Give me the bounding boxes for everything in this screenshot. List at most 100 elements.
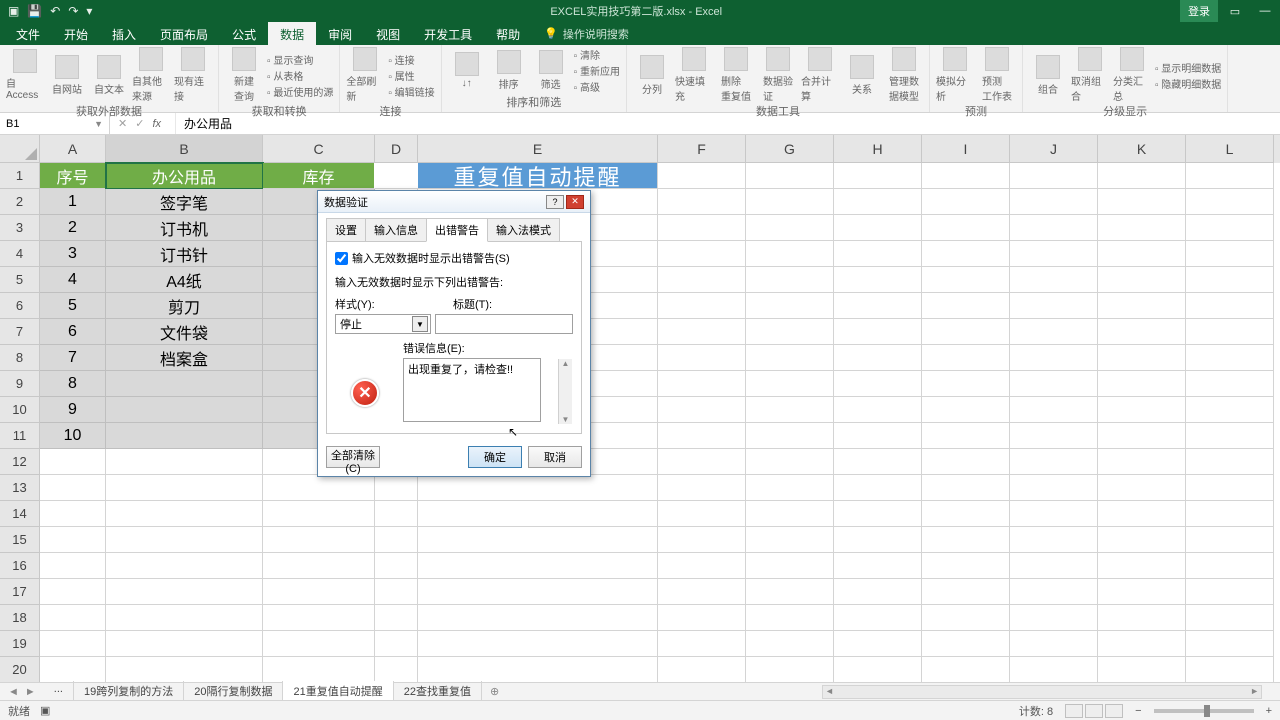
cell-G16[interactable] [746,553,834,579]
cell-A3[interactable]: 2 [40,215,106,241]
cell-D13[interactable] [375,475,418,501]
cell-A15[interactable] [40,527,106,553]
cell-B15[interactable] [106,527,263,553]
cell-D17[interactable] [375,579,418,605]
cell-F17[interactable] [658,579,746,605]
cell-A13[interactable] [40,475,106,501]
cell-L10[interactable] [1186,397,1274,423]
cell-J19[interactable] [1010,631,1098,657]
cell-B10[interactable] [106,397,263,423]
ribbon-button[interactable]: ↓↑ [448,52,486,89]
ribbon-button[interactable]: 数据验证 [759,47,797,103]
cell-K3[interactable] [1098,215,1186,241]
cell-L7[interactable] [1186,319,1274,345]
cell-L18[interactable] [1186,605,1274,631]
cell-L16[interactable] [1186,553,1274,579]
cell-D14[interactable] [375,501,418,527]
cell-B19[interactable] [106,631,263,657]
cell-J11[interactable] [1010,423,1098,449]
ribbon-button[interactable]: 预测工作表 [978,47,1016,103]
cell-D18[interactable] [375,605,418,631]
cell-I17[interactable] [922,579,1010,605]
ribbon-button[interactable]: 取消组合 [1071,47,1109,103]
cell-G12[interactable] [746,449,834,475]
cell-E19[interactable] [418,631,658,657]
cell-H20[interactable] [834,657,922,682]
cell-J7[interactable] [1010,319,1098,345]
cell-K11[interactable] [1098,423,1186,449]
cell-L5[interactable] [1186,267,1274,293]
cell-B18[interactable] [106,605,263,631]
undo-icon[interactable]: ↶ [50,4,60,18]
ribbon-button[interactable]: 自其他来源 [132,47,170,103]
cell-L9[interactable] [1186,371,1274,397]
cell-H13[interactable] [834,475,922,501]
row-header-4[interactable]: 4 [0,241,40,267]
cell-B8[interactable]: 档案盒 [106,345,263,371]
cell-C18[interactable] [263,605,375,631]
cell-L12[interactable] [1186,449,1274,475]
cell-B12[interactable] [106,449,263,475]
textarea-scrollbar[interactable]: ▲▼ [558,359,572,424]
dialog-tab-2[interactable]: 出错警告 [426,218,488,242]
ribbon-small-button[interactable]: ▫ 清除 [574,47,620,62]
row-header-20[interactable]: 20 [0,657,40,682]
cell-L4[interactable] [1186,241,1274,267]
cell-L19[interactable] [1186,631,1274,657]
cell-G13[interactable] [746,475,834,501]
ribbon-button[interactable]: 合并计算 [801,47,839,103]
row-header-5[interactable]: 5 [0,267,40,293]
cell-F9[interactable] [658,371,746,397]
col-header-I[interactable]: I [922,135,1010,163]
cell-D20[interactable] [375,657,418,682]
row-header-19[interactable]: 19 [0,631,40,657]
cell-F1[interactable] [658,163,746,189]
cell-G4[interactable] [746,241,834,267]
cell-J3[interactable] [1010,215,1098,241]
cell-C16[interactable] [263,553,375,579]
cell-I7[interactable] [922,319,1010,345]
cell-F12[interactable] [658,449,746,475]
cell-K20[interactable] [1098,657,1186,682]
cell-I19[interactable] [922,631,1010,657]
dialog-tab-0[interactable]: 设置 [326,218,366,241]
fx-icon[interactable]: fx [152,118,161,130]
cell-H1[interactable] [834,163,922,189]
cell-L15[interactable] [1186,527,1274,553]
cell-J10[interactable] [1010,397,1098,423]
cell-G3[interactable] [746,215,834,241]
cell-K9[interactable] [1098,371,1186,397]
ribbon-small-button[interactable]: ▫ 属性 [388,68,434,83]
cell-B14[interactable] [106,501,263,527]
cell-A10[interactable]: 9 [40,397,106,423]
ribbon-button[interactable]: 关系 [843,55,881,96]
cell-G6[interactable] [746,293,834,319]
cell-K15[interactable] [1098,527,1186,553]
cell-A7[interactable]: 6 [40,319,106,345]
cell-E1[interactable]: 重复值自动提醒 [418,163,658,189]
cell-D19[interactable] [375,631,418,657]
cell-C19[interactable] [263,631,375,657]
cell-J2[interactable] [1010,189,1098,215]
login-button[interactable]: 登录 [1180,0,1218,22]
row-header-18[interactable]: 18 [0,605,40,631]
cell-J9[interactable] [1010,371,1098,397]
save-icon[interactable]: 💾 [27,4,42,18]
sheet-nav[interactable]: ◄► [0,686,44,698]
cell-F7[interactable] [658,319,746,345]
cell-K5[interactable] [1098,267,1186,293]
cell-L14[interactable] [1186,501,1274,527]
cell-E13[interactable] [418,475,658,501]
cell-L11[interactable] [1186,423,1274,449]
col-header-D[interactable]: D [375,135,418,163]
row-header-13[interactable]: 13 [0,475,40,501]
cell-J17[interactable] [1010,579,1098,605]
cell-L2[interactable] [1186,189,1274,215]
cell-H11[interactable] [834,423,922,449]
col-header-G[interactable]: G [746,135,834,163]
cell-J1[interactable] [1010,163,1098,189]
cell-G19[interactable] [746,631,834,657]
cell-F11[interactable] [658,423,746,449]
cell-E16[interactable] [418,553,658,579]
ribbon-small-button[interactable]: ▫ 显示查询 [267,52,333,67]
